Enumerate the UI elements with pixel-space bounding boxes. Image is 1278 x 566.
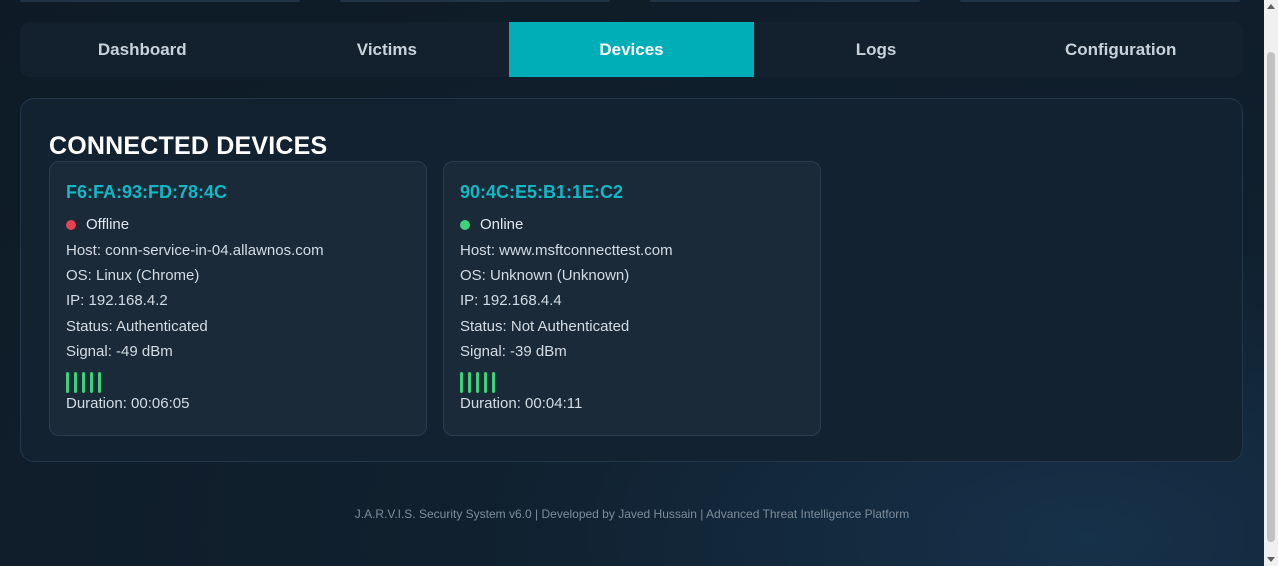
device-card[interactable]: F6:FA:93:FD:78:4C Offline Host: conn-ser… — [49, 161, 427, 436]
device-state: Offline — [66, 216, 129, 233]
device-duration: Duration: 00:04:11 — [460, 395, 583, 412]
tab-logs[interactable]: Logs — [754, 22, 999, 77]
device-card[interactable]: 90:4C:E5:B1:1E:C2 Online Host: www.msftc… — [443, 161, 821, 436]
device-state: Online — [460, 216, 523, 233]
footer-text: J.A.R.V.I.S. Security System v6.0 | Deve… — [354, 507, 910, 521]
signal-bar — [66, 372, 69, 393]
signal-bar — [476, 372, 479, 393]
devices-panel: CONNECTED DEVICES F6:FA:93:FD:78:4C Offl… — [20, 98, 1243, 462]
tab-bar: Dashboard Victims Devices Logs Configura… — [20, 22, 1243, 77]
device-auth-status: Status: Not Authenticated — [460, 318, 630, 335]
tab-configuration[interactable]: Configuration — [998, 22, 1243, 77]
device-os: OS: Linux (Chrome) — [66, 267, 200, 284]
device-mac: 90:4C:E5:B1:1E:C2 — [460, 182, 624, 202]
signal-bar — [484, 372, 487, 393]
scroll-up-icon[interactable] — [1267, 4, 1275, 9]
signal-bar — [90, 372, 93, 393]
signal-bar — [468, 372, 471, 393]
device-mac: F6:FA:93:FD:78:4C — [66, 182, 228, 202]
signal-bar — [460, 372, 463, 393]
signal-bar — [82, 372, 85, 393]
status-dot-icon — [460, 219, 470, 230]
device-state-label: Online — [480, 216, 524, 233]
vertical-scrollbar[interactable] — [1264, 0, 1278, 566]
tab-devices[interactable]: Devices — [509, 22, 754, 77]
device-signal: Signal: -39 dBm — [460, 343, 567, 360]
device-ip: IP: 192.168.4.4 — [460, 292, 562, 309]
tab-victims[interactable]: Victims — [265, 22, 510, 77]
tab-dashboard[interactable]: Dashboard — [20, 22, 265, 77]
device-host: Host: conn-service-in-04.allawnos.com — [66, 242, 324, 259]
top-strip — [0, 0, 1264, 4]
device-signal: Signal: -49 dBm — [66, 343, 173, 360]
signal-bar — [98, 372, 101, 393]
status-dot-icon — [66, 219, 76, 230]
device-host: Host: www.msftconnecttest.com — [460, 242, 673, 259]
signal-bars-icon — [66, 372, 101, 393]
scroll-down-icon[interactable] — [1267, 557, 1275, 562]
section-title: CONNECTED DEVICES — [49, 132, 328, 160]
device-state-label: Offline — [86, 216, 130, 233]
signal-bars-icon — [460, 372, 495, 393]
signal-bar — [74, 372, 77, 393]
device-auth-status: Status: Authenticated — [66, 318, 208, 335]
device-duration: Duration: 00:06:05 — [66, 395, 190, 412]
signal-bar — [492, 372, 495, 393]
scrollbar-thumb[interactable] — [1267, 52, 1275, 542]
device-ip: IP: 192.168.4.2 — [66, 292, 168, 309]
device-os: OS: Unknown (Unknown) — [460, 267, 630, 284]
